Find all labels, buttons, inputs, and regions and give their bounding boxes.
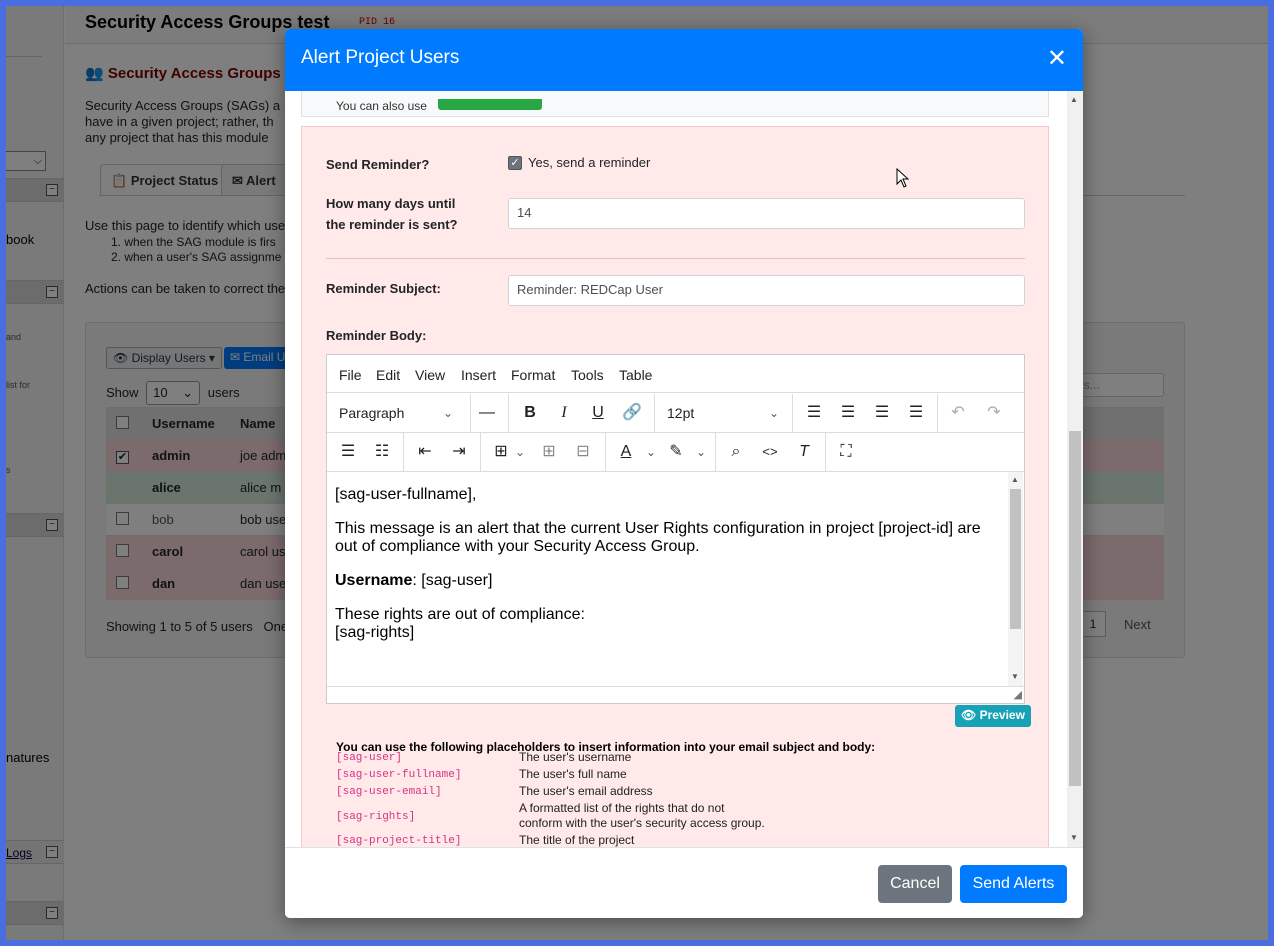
menu-insert[interactable]: Insert <box>461 367 496 383</box>
placeholder-code: [sag-rights] <box>336 811 416 823</box>
modal-body[interactable]: You can also use Send Reminder? ✓ Yes, s… <box>285 91 1083 847</box>
send-reminder-label: Send Reminder? <box>326 157 430 172</box>
editor-menubar: File Edit View Insert Format Tools Table <box>327 355 1024 393</box>
content-line: [sag-user-fullname], <box>335 486 477 503</box>
placeholder-code: [sag-project-title] <box>336 835 462 847</box>
editor-scrollbar[interactable]: ▲ ▼ <box>1008 472 1023 686</box>
placeholder-desc: The user's username <box>519 750 632 764</box>
editor-statusbar: ◢ <box>327 686 1024 703</box>
align-justify-icon[interactable]: ☰ <box>904 402 928 424</box>
content-line: This message is an alert that the curren… <box>335 520 981 555</box>
source-code-icon[interactable]: <> <box>758 441 782 463</box>
search-icon[interactable]: ⌕ <box>724 441 748 463</box>
reminder-section: Send Reminder? ✓ Yes, send a reminder Ho… <box>301 126 1049 847</box>
rich-text-editor: File Edit View Insert Format Tools Table… <box>326 354 1025 704</box>
menu-format[interactable]: Format <box>511 367 555 383</box>
numbered-list-icon[interactable]: ☷ <box>370 441 394 463</box>
menu-tools[interactable]: Tools <box>571 367 604 383</box>
top-note-text: You can also use <box>336 99 427 113</box>
table-cell-icon[interactable]: ⊟ <box>571 441 595 463</box>
placeholder-code: [sag-user-fullname] <box>336 769 462 781</box>
section-divider <box>326 258 1025 259</box>
menu-table[interactable]: Table <box>619 367 652 383</box>
top-note-box: You can also use <box>301 91 1049 117</box>
subject-input[interactable]: Reminder: REDCap User <box>508 275 1025 306</box>
font-size-select[interactable]: 12pt <box>667 402 694 424</box>
align-left-icon[interactable]: ☰ <box>802 402 826 424</box>
placeholder-desc: A formatted list of the rights that do n… <box>519 801 765 830</box>
days-label: How many days until the reminder is sent? <box>326 196 458 232</box>
chevron-down-icon[interactable]: ⌄ <box>769 402 779 424</box>
send-reminder-checkbox[interactable]: ✓ <box>508 156 522 170</box>
editor-toolbar-row-1: Paragraph ⌄ — B I U 🔗 12pt ⌄ ☰ ☰ ☰ ☰ ↶ ↷ <box>327 394 1024 433</box>
redo-icon[interactable]: ↷ <box>982 402 1006 424</box>
underline-icon[interactable]: U <box>586 402 610 424</box>
menu-edit[interactable]: Edit <box>376 367 400 383</box>
horizontal-line-icon[interactable]: — <box>475 402 499 424</box>
alert-modal: Alert Project Users ✕ You can also use S… <box>285 29 1083 918</box>
app-frame: ⌵ − book − and list for s − natures Logs… <box>6 6 1268 940</box>
editor-content[interactable]: [sag-user-fullname], This message is an … <box>327 472 1007 686</box>
placeholder-code: [sag-user-email] <box>336 786 442 798</box>
bold-icon[interactable]: B <box>518 402 542 424</box>
placeholder-desc: The title of the project <box>519 833 635 847</box>
eye-icon: 👁 <box>961 708 977 722</box>
text-color-icon[interactable]: A <box>614 441 638 463</box>
italic-icon[interactable]: I <box>552 402 576 424</box>
block-format-select[interactable]: Paragraph <box>339 402 404 424</box>
chevron-down-icon[interactable]: ⌄ <box>443 402 453 424</box>
mouse-cursor-icon <box>896 168 910 188</box>
days-input[interactable]: 14 <box>508 198 1025 229</box>
chevron-down-icon[interactable]: ⌄ <box>696 441 706 463</box>
table-props-icon[interactable]: ⊞ <box>537 441 561 463</box>
menu-view[interactable]: View <box>415 367 445 383</box>
placeholder-desc: The user's email address <box>519 784 653 798</box>
highlight-icon[interactable]: ✎ <box>664 441 688 463</box>
placeholder-desc: The user's full name <box>519 767 627 781</box>
preview-button[interactable]: 👁 Preview <box>955 705 1031 727</box>
fullscreen-icon[interactable]: ⛶ <box>834 441 858 463</box>
resize-handle-icon[interactable]: ◢ <box>1014 688 1022 701</box>
clear-format-icon[interactable]: T <box>792 441 816 463</box>
cancel-button[interactable]: Cancel <box>878 865 952 903</box>
send-alerts-button[interactable]: Send Alerts <box>960 865 1067 903</box>
content-line: Username: [sag-user] <box>335 572 493 589</box>
editor-toolbar-row-2: ☰ ☷ ⇤ ⇥ ⊞ ⌄ ⊞ ⊟ A ⌄ ✎ ⌄ ⌕ <> T ⛶ <box>327 433 1024 472</box>
content-line: These rights are out of compliance: [sag-… <box>335 606 585 641</box>
align-center-icon[interactable]: ☰ <box>836 402 860 424</box>
placeholder-code: [sag-user] <box>336 752 403 764</box>
modal-footer: Cancel Send Alerts <box>285 847 1083 918</box>
undo-icon[interactable]: ↶ <box>946 402 970 424</box>
indent-icon[interactable]: ⇥ <box>447 441 471 463</box>
chevron-down-icon[interactable]: ⌄ <box>515 441 525 463</box>
close-icon[interactable]: ✕ <box>1047 47 1067 71</box>
modal-title: Alert Project Users <box>301 47 460 68</box>
link-icon[interactable]: 🔗 <box>620 402 644 424</box>
menu-file[interactable]: File <box>339 367 362 383</box>
chevron-down-icon[interactable]: ⌄ <box>646 441 656 463</box>
modal-header: Alert Project Users ✕ <box>285 29 1083 91</box>
outdent-icon[interactable]: ⇤ <box>413 441 437 463</box>
send-reminder-checkbox-label[interactable]: Yes, send a reminder <box>528 155 650 170</box>
body-label: Reminder Body: <box>326 328 427 343</box>
subject-label: Reminder Subject: <box>326 281 441 296</box>
modal-scrollbar[interactable]: ▲ ▼ <box>1067 91 1083 847</box>
placeholder-badge <box>438 99 542 110</box>
bullet-list-icon[interactable]: ☰ <box>336 441 360 463</box>
align-right-icon[interactable]: ☰ <box>870 402 894 424</box>
table-icon[interactable]: ⊞ <box>489 441 513 463</box>
